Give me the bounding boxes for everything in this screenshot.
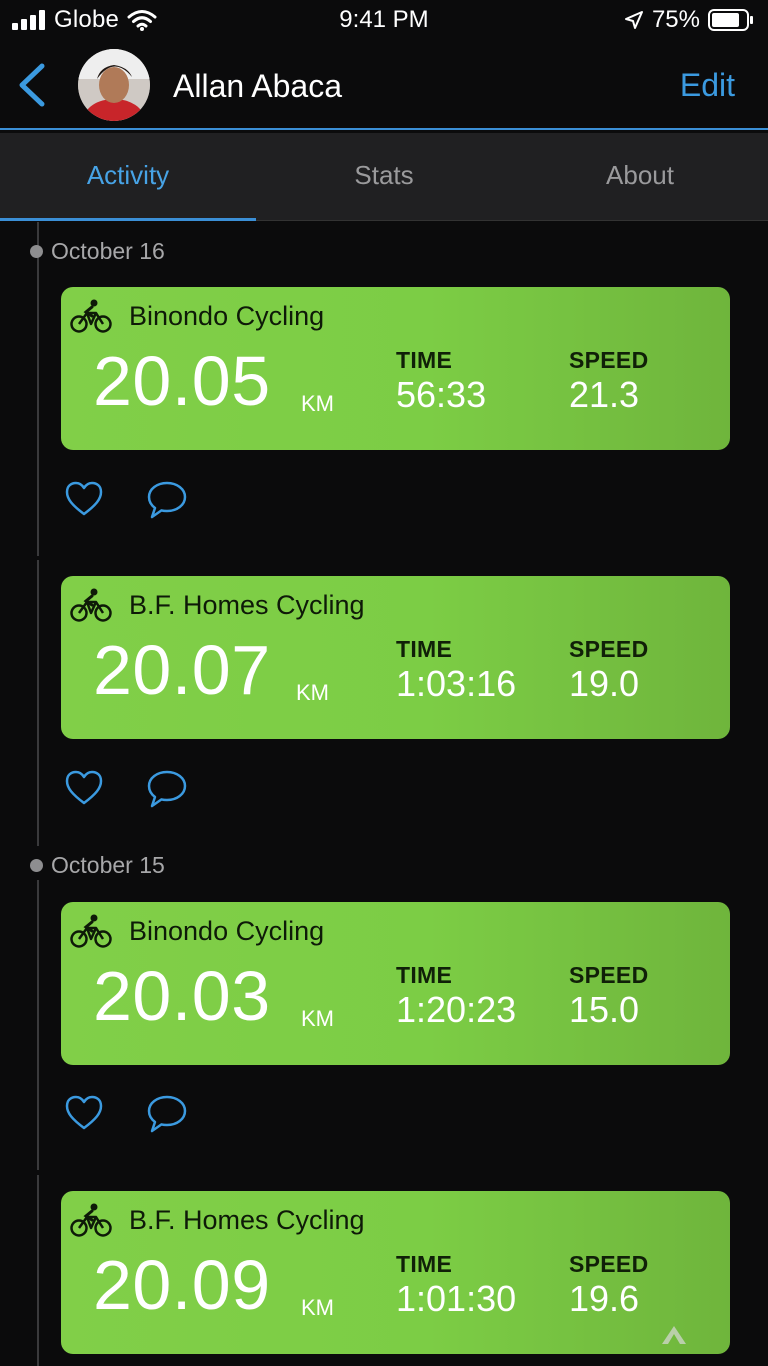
profile-header: Allan Abaca Edit	[0, 40, 768, 130]
location-arrow-icon	[624, 11, 643, 29]
time-value: 1:01:30	[396, 1278, 517, 1319]
activity-title: B.F. Homes Cycling	[129, 590, 365, 620]
speed-label: SPEED	[569, 347, 649, 373]
timeline-line	[37, 1175, 39, 1366]
watermark-logo	[660, 1320, 752, 1350]
chevron-left-icon[interactable]	[14, 62, 54, 108]
timeline-line	[37, 222, 39, 556]
distance-value: 20.07	[93, 631, 271, 709]
speed-label: SPEED	[569, 636, 649, 662]
distance-unit: KM	[296, 680, 329, 705]
avatar[interactable]	[78, 49, 150, 121]
timeline-dot	[30, 858, 43, 872]
time-label: TIME	[396, 636, 453, 662]
distance-value: 20.05	[93, 342, 271, 420]
activity-card[interactable]: B.F. Homes Cycling 20.09 KM TIME 1:01:30…	[61, 1191, 730, 1354]
tab-about[interactable]: About	[512, 133, 768, 221]
distance-unit: KM	[301, 1295, 334, 1320]
time-label: TIME	[396, 347, 453, 373]
comment-icon[interactable]	[146, 480, 188, 520]
tab-bar: Activity Stats About	[0, 133, 768, 221]
speed-value: 15.0	[569, 989, 640, 1030]
action-row	[64, 1094, 194, 1134]
tab-stats[interactable]: Stats	[256, 133, 512, 221]
activity-title: B.F. Homes Cycling	[129, 1205, 365, 1235]
time-label: TIME	[396, 1251, 453, 1277]
bicycle-icon	[70, 1203, 112, 1237]
speed-label: SPEED	[569, 1251, 649, 1277]
activity-card[interactable]: Binondo Cycling 20.05 KM TIME 56:33 SPEE…	[61, 287, 730, 450]
edit-button[interactable]: Edit	[680, 67, 735, 104]
time-label: TIME	[396, 962, 453, 988]
activity-card[interactable]: Binondo Cycling 20.03 KM TIME 1:20:23 SP…	[61, 902, 730, 1065]
timeline-line	[37, 560, 39, 846]
distance-unit: KM	[301, 1006, 334, 1031]
speed-value: 21.3	[569, 374, 640, 415]
comment-icon[interactable]	[146, 769, 188, 809]
tab-activity[interactable]: Activity	[0, 133, 256, 221]
distance-unit: KM	[301, 391, 334, 416]
speed-label: SPEED	[569, 962, 649, 988]
date-header: October 16	[30, 236, 165, 266]
bicycle-icon	[70, 299, 112, 333]
action-row	[64, 480, 194, 520]
comment-icon[interactable]	[146, 1094, 188, 1134]
timeline-line	[37, 880, 39, 1170]
heart-icon[interactable]	[64, 1094, 104, 1132]
battery-icon	[708, 9, 753, 31]
date-label: October 16	[51, 237, 165, 264]
speed-value: 19.6	[569, 1278, 640, 1319]
status-bar: Globe 9:41 PM 75%	[0, 0, 768, 40]
distance-value: 20.09	[93, 1246, 271, 1324]
date-header: October 15	[30, 850, 165, 880]
profile-name: Allan Abaca	[173, 68, 343, 104]
distance-value: 20.03	[93, 957, 271, 1035]
speed-value: 19.0	[569, 663, 640, 704]
action-row	[64, 769, 194, 809]
time-value: 1:20:23	[396, 989, 517, 1030]
activity-title: Binondo Cycling	[129, 916, 325, 946]
timeline-dot	[30, 244, 43, 258]
activity-card[interactable]: B.F. Homes Cycling 20.07 KM TIME 1:03:16…	[61, 576, 730, 739]
heart-icon[interactable]	[64, 480, 104, 518]
time-value: 1:03:16	[396, 663, 517, 704]
activity-title: Binondo Cycling	[129, 301, 325, 331]
time-value: 56:33	[396, 374, 487, 415]
heart-icon[interactable]	[64, 769, 104, 807]
date-label: October 15	[51, 851, 165, 878]
bicycle-icon	[70, 588, 112, 622]
bicycle-icon	[70, 914, 112, 948]
battery-percentage: 75%	[651, 6, 700, 33]
active-tab-indicator	[0, 218, 256, 221]
